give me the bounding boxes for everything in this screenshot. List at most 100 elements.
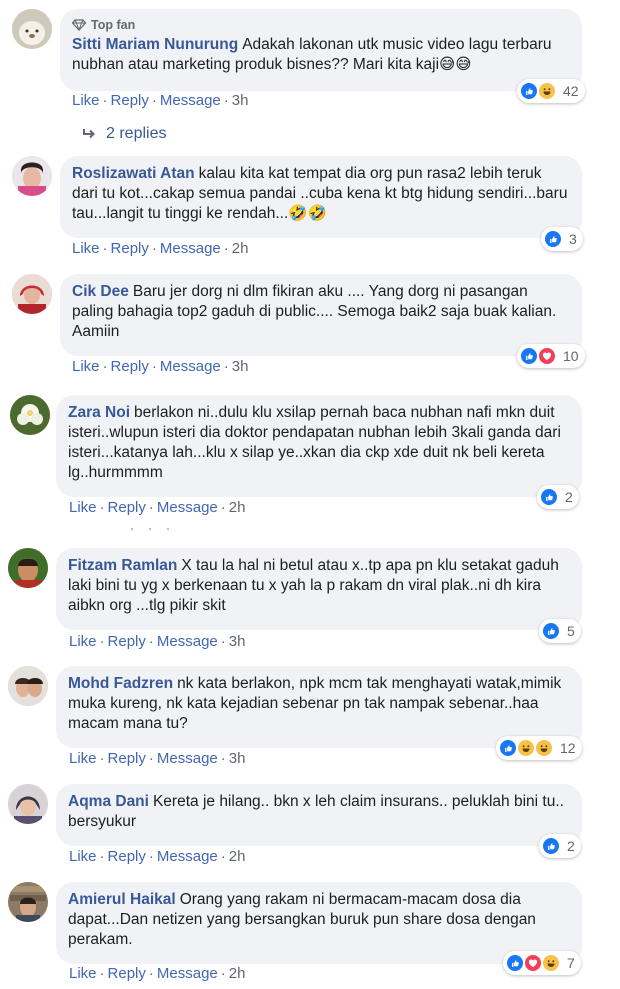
reaction-count: 7 [567, 955, 575, 971]
comment-time[interactable]: 2h [229, 499, 246, 516]
comment-author[interactable]: Fitzam Ramlan [68, 557, 177, 574]
diamond-icon [72, 19, 86, 31]
like-reaction-icon [539, 487, 559, 507]
reaction-count: 10 [563, 348, 579, 364]
reaction-count: 2 [565, 489, 573, 505]
comment-author[interactable]: Aqma Dani [68, 793, 149, 810]
comment-author[interactable]: Zara Noi [68, 404, 130, 421]
comment-bubble: Cik Dee Baru jer dorg ni dlm fikiran aku … [60, 274, 582, 356]
avatar[interactable] [12, 274, 52, 314]
avatar[interactable] [8, 548, 48, 588]
comment-time[interactable]: 3h [232, 92, 249, 109]
comment-actions: Like · Reply · Message · 2h [72, 240, 249, 257]
like-link[interactable]: Like [72, 358, 100, 375]
top-fan-badge: Top fan [72, 17, 570, 33]
comment-actions: Like · Reply · Message · 3h [72, 92, 249, 109]
comment-bubble: Amierul Haikal Orang yang rakam ni bermac… [56, 882, 582, 964]
love-reaction-icon [523, 953, 543, 973]
comment-time[interactable]: 3h [229, 750, 246, 767]
like-reaction-icon [505, 953, 525, 973]
reaction-summary[interactable]: 7 [503, 951, 581, 975]
reply-link[interactable]: Reply [108, 633, 146, 650]
love-reaction-icon [537, 346, 557, 366]
thinking-reaction-icon [534, 738, 554, 758]
like-reaction-icon [498, 738, 518, 758]
comment-author[interactable]: Sitti Mariam Nunurung [72, 36, 238, 53]
avatar[interactable] [10, 395, 50, 435]
comment-bubble: Zara Noi berlakon ni..dulu klu xsilap per… [56, 395, 582, 497]
like-link[interactable]: Like [72, 92, 100, 109]
comment-bubble: Top fan Sitti Mariam Nunurung Adakah lako… [60, 9, 582, 91]
separator-dots [130, 527, 170, 531]
like-link[interactable]: Like [69, 633, 97, 650]
reaction-count: 42 [563, 83, 579, 99]
message-link[interactable]: Message [160, 92, 221, 109]
message-link[interactable]: Message [157, 633, 218, 650]
comment-actions: Like · Reply · Message · 3h [69, 633, 246, 650]
comment-actions: Like · Reply · Message · 2h [69, 848, 246, 865]
comment-author[interactable]: Roslizawati Atan [72, 165, 195, 182]
view-replies-link[interactable]: 2 replies [82, 125, 166, 143]
avatar[interactable] [8, 666, 48, 706]
avatar[interactable] [8, 882, 48, 922]
comment-time[interactable]: 3h [232, 358, 249, 375]
reply-link[interactable]: Reply [111, 358, 149, 375]
like-link[interactable]: Like [69, 499, 97, 516]
reaction-summary[interactable]: 10 [517, 344, 585, 368]
replies-label[interactable]: 2 replies [106, 125, 166, 143]
comment-author[interactable]: Mohd Fadzren [68, 675, 173, 692]
avatar[interactable] [8, 784, 48, 824]
reaction-summary[interactable]: 42 [517, 79, 585, 103]
comment-time[interactable]: 3h [229, 633, 246, 650]
reply-arrow-icon [83, 129, 95, 139]
like-reaction-icon [541, 621, 561, 641]
top-fan-label: Top fan [91, 18, 136, 32]
comment-author[interactable]: Cik Dee [72, 283, 129, 300]
haha-reaction-icon [516, 738, 536, 758]
comment-text: Baru jer dorg ni dlm fikiran aku .... Ya… [72, 283, 557, 340]
reply-link[interactable]: Reply [111, 240, 149, 257]
like-reaction-icon [519, 346, 539, 366]
reaction-count: 12 [560, 740, 576, 756]
like-link[interactable]: Like [69, 965, 97, 982]
comment-actions: Like · Reply · Message · 2h [69, 499, 246, 516]
reply-link[interactable]: Reply [108, 499, 146, 516]
reply-link[interactable]: Reply [108, 848, 146, 865]
comment-bubble: Roslizawati Atan kalau kita kat tempat di… [60, 156, 582, 238]
comment-actions: Like · Reply · Message · 3h [72, 358, 249, 375]
like-reaction-icon [543, 229, 563, 249]
comment-bubble: Aqma Dani Kereta je hilang.. bkn x leh cl… [56, 784, 582, 846]
message-link[interactable]: Message [160, 358, 221, 375]
like-link[interactable]: Like [69, 750, 97, 767]
reaction-count: 5 [567, 623, 575, 639]
message-link[interactable]: Message [157, 848, 218, 865]
comment-time[interactable]: 2h [229, 848, 246, 865]
like-link[interactable]: Like [69, 848, 97, 865]
avatar[interactable] [12, 9, 52, 49]
like-link[interactable]: Like [72, 240, 100, 257]
reaction-summary[interactable]: 3 [541, 227, 583, 251]
comment-time[interactable]: 2h [232, 240, 249, 257]
reaction-count: 3 [569, 231, 577, 247]
comment-author[interactable]: Amierul Haikal [68, 891, 176, 908]
comment-actions: Like · Reply · Message · 2h [69, 965, 246, 982]
comment-text: berlakon ni..dulu klu xsilap pernah baca… [68, 404, 561, 481]
message-link[interactable]: Message [157, 965, 218, 982]
message-link[interactable]: Message [157, 499, 218, 516]
reaction-summary[interactable]: 12 [496, 736, 582, 760]
like-reaction-icon [519, 81, 539, 101]
reply-link[interactable]: Reply [108, 965, 146, 982]
message-link[interactable]: Message [157, 750, 218, 767]
like-reaction-icon [541, 836, 561, 856]
reaction-summary[interactable]: 2 [537, 485, 579, 509]
reply-link[interactable]: Reply [111, 92, 149, 109]
message-link[interactable]: Message [160, 240, 221, 257]
comment-time[interactable]: 2h [229, 965, 246, 982]
thinking-reaction-icon [541, 953, 561, 973]
reaction-summary[interactable]: 2 [539, 834, 581, 858]
reply-link[interactable]: Reply [108, 750, 146, 767]
reaction-summary[interactable]: 5 [539, 619, 581, 643]
reaction-count: 2 [567, 838, 575, 854]
avatar[interactable] [12, 156, 52, 196]
comment-bubble: Fitzam Ramlan X tau la hal ni betul atau … [56, 548, 582, 630]
